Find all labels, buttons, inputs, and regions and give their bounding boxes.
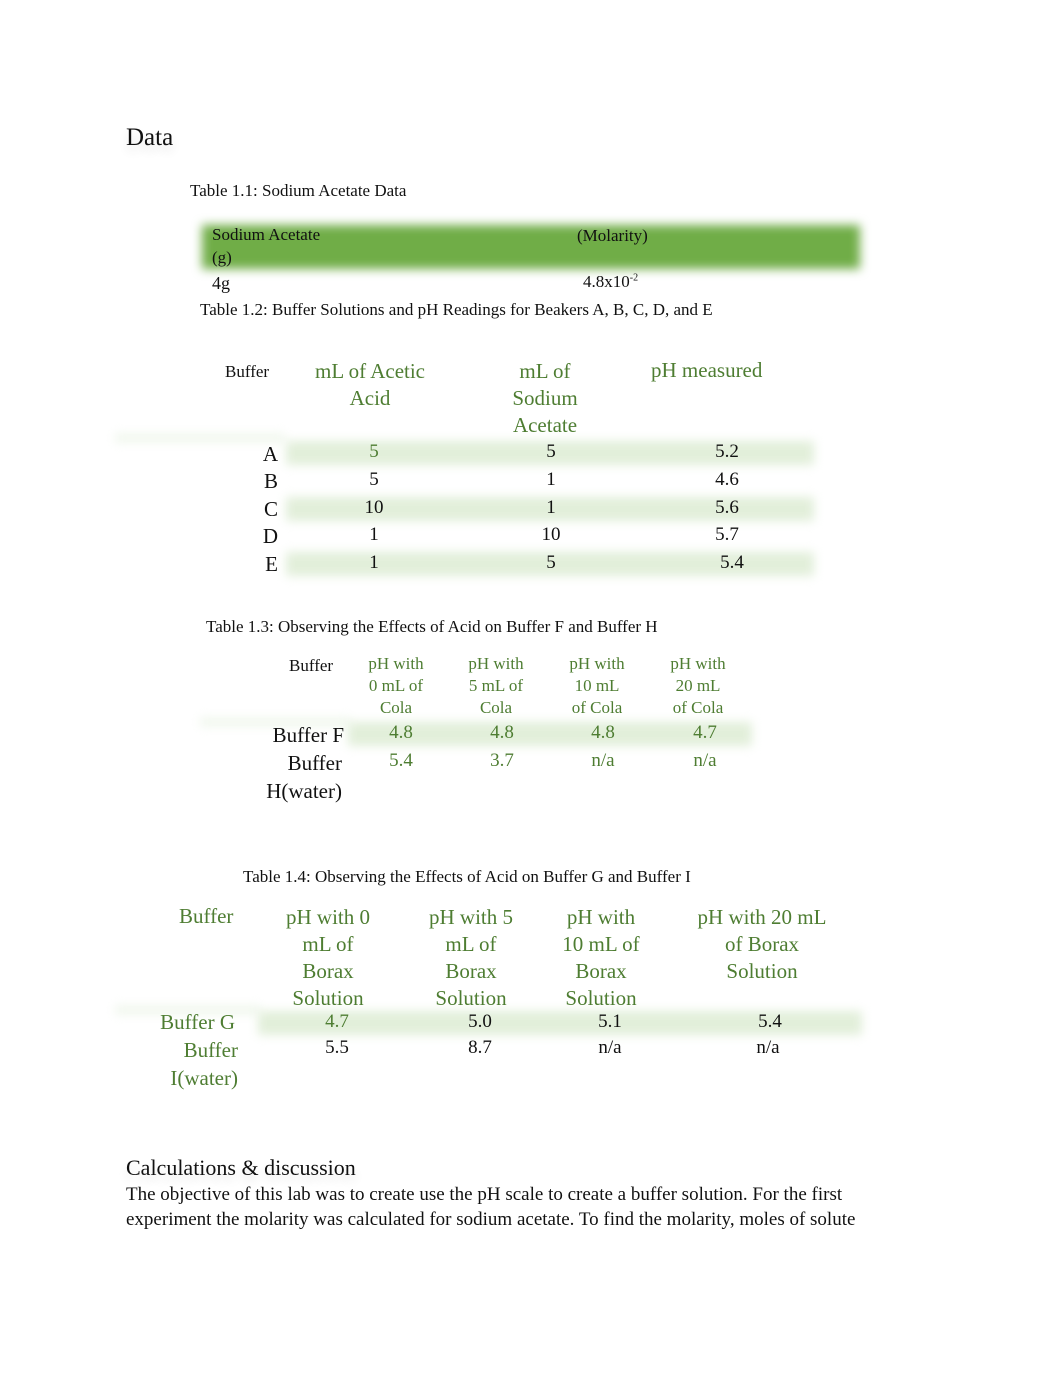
table3-cell-value: 5.4 (389, 750, 413, 771)
table2-cell-sodium: 1 (546, 469, 556, 490)
discussion-line: The objective of this lab was to create … (126, 1184, 843, 1205)
table3-cell-value: 3.7 (490, 750, 514, 771)
table3-cell-value: 4.8 (591, 722, 615, 743)
section-heading-data: Data (126, 124, 174, 151)
table1-header-molarity: (Molarity) (577, 226, 648, 245)
table3-header-col1: pH with 0 mL of Cola (368, 654, 424, 717)
table2-header-sodium: mL of Sodium Acetate (512, 359, 578, 437)
table2-header-buffer: Buffer (225, 362, 270, 381)
table4-cell-value: 5.4 (758, 1011, 782, 1032)
table2-cell-buffer: C (263, 497, 278, 521)
table1-cell-molarity: 4.8x10-2 (583, 272, 638, 292)
table4-cell-buffer: Buffer G (160, 1010, 235, 1034)
table2-caption: Table 1.2: Buffer Solutions and pH Readi… (200, 300, 713, 319)
table2-cell-ph: 5.6 (715, 497, 739, 518)
table3-cell-value: n/a (693, 750, 717, 771)
table2-header-acetic: mL of Acetic Acid (314, 359, 425, 410)
table4-header-col1: pH with 0 mL of Borax Solution (286, 905, 370, 1010)
table2-cell-buffer: E (265, 552, 278, 576)
table2-cell-ph: 5.7 (715, 524, 739, 545)
table2-cell-acetic: 5 (369, 469, 379, 490)
table2-cell-ph: 5.4 (720, 552, 744, 573)
table2-cell-acetic: 10 (364, 497, 384, 518)
table4-header-buffer: Buffer (179, 904, 234, 928)
table4-cell-value: 5.1 (598, 1011, 622, 1032)
table3-caption: Table 1.3: Observing the Effects of Acid… (206, 617, 658, 636)
table4-cell-value: 5.0 (468, 1011, 492, 1032)
table1-header-grams: Sodium Acetate (g) (212, 225, 321, 267)
table3-cell-value: 4.8 (490, 722, 514, 743)
discussion-line: experiment the molarity was calculated f… (126, 1209, 856, 1230)
table2-cell-buffer: D (262, 524, 278, 548)
table2-cell-sodium: 5 (546, 441, 556, 462)
table3-cell-buffer: Buffer F (272, 723, 344, 747)
table2-cell-buffer: B (263, 469, 278, 493)
table4-cell-buffer: Buffer I(water) (170, 1038, 238, 1090)
molarity-exponent: -2 (629, 272, 639, 284)
table4-cell-value: 8.7 (468, 1037, 492, 1058)
table4-header-col3: pH with 10 mL of Borax Solution (562, 905, 640, 1010)
table2-cell-ph: 5.2 (715, 441, 739, 462)
table2-cell-acetic: 5 (369, 441, 379, 462)
table2-band-edge (115, 434, 285, 442)
table4-cell-value: 4.7 (325, 1011, 349, 1032)
discussion-paragraph: The objective of this lab was to create … (126, 1182, 855, 1232)
table2-cell-sodium: 10 (541, 524, 561, 545)
table2-cell-sodium: 5 (546, 552, 556, 573)
table3-header-buffer: Buffer (289, 656, 334, 675)
table4-cell-value: n/a (756, 1037, 780, 1058)
table4-header-col4: pH with 20 mL of Borax Solution (697, 905, 827, 983)
table1-cell-grams: 4g (212, 273, 230, 293)
table3-cell-buffer: Buffer H(water) (266, 751, 342, 803)
table3-header-col3: pH with 10 mL of Cola (569, 654, 625, 717)
table3-header-col2: pH with 5 mL of Cola (468, 654, 524, 717)
table3-cell-value: n/a (591, 750, 615, 771)
table2-cell-sodium: 1 (546, 497, 556, 518)
table4-header-col2: pH with 5 mL of Borax Solution (429, 905, 513, 1010)
table2-cell-acetic: 1 (369, 524, 379, 545)
table4-caption: Table 1.4: Observing the Effects of Acid… (243, 867, 691, 886)
table2-cell-ph: 4.6 (715, 469, 739, 490)
table4-cell-value: 5.5 (325, 1037, 349, 1058)
table3-cell-value: 4.8 (389, 722, 413, 743)
table3-header-col4: pH with 20 mL of Cola (670, 654, 726, 717)
section-heading-calculations: Calculations & discussion (126, 1155, 356, 1180)
molarity-base: 4.8x10 (583, 272, 630, 291)
table2-header-ph: pH measured (651, 358, 763, 382)
table2-cell-buffer: A (262, 442, 278, 466)
table4-cell-value: n/a (598, 1037, 622, 1058)
table3-cell-value: 4.7 (693, 722, 717, 743)
table1-caption: Table 1.1: Sodium Acetate Data (190, 181, 407, 200)
table2-cell-acetic: 1 (369, 552, 379, 573)
